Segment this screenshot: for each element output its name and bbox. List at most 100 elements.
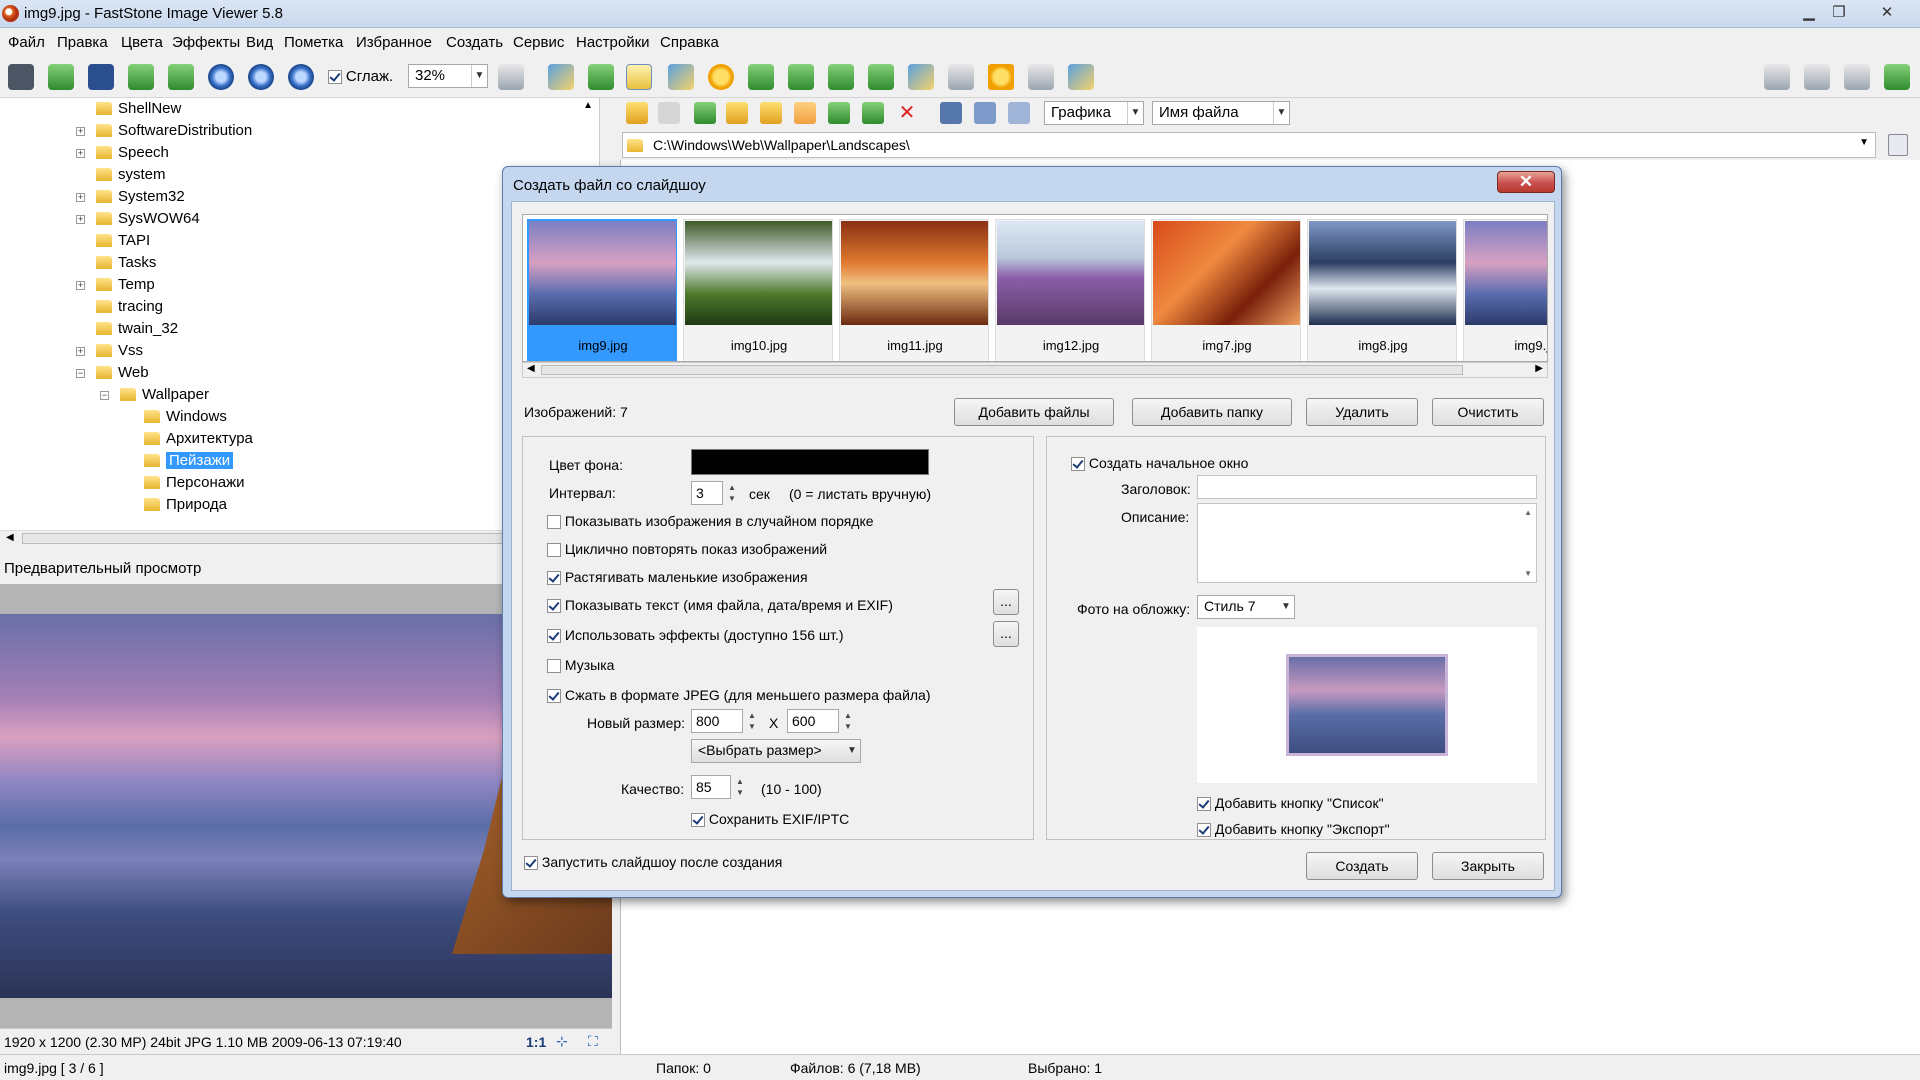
dialog-close-button[interactable]: ✕ bbox=[1497, 171, 1555, 193]
tree-node[interactable]: Tasks bbox=[96, 254, 156, 274]
checkbox[interactable] bbox=[691, 813, 705, 828]
spin-updown-icon[interactable]: ▲ ▼ bbox=[744, 710, 760, 734]
interval-input[interactable]: 3 ▲ ▼ bbox=[691, 481, 736, 505]
menu-favorites[interactable]: Избранное bbox=[356, 34, 432, 51]
thumbnail[interactable]: img12.jpg bbox=[995, 219, 1145, 361]
checkbox[interactable] bbox=[547, 515, 561, 530]
menu-help[interactable]: Справка bbox=[660, 34, 719, 51]
smooth-checkbox[interactable] bbox=[328, 70, 342, 85]
heading-input[interactable] bbox=[1197, 475, 1537, 499]
checkbox[interactable] bbox=[524, 856, 538, 871]
effects-options-button[interactable]: ... bbox=[993, 621, 1019, 647]
chevron-left-icon[interactable]: ◀ bbox=[6, 532, 14, 543]
menu-effects[interactable]: Эффекты bbox=[172, 34, 240, 51]
cover-style-dropdown[interactable]: Стиль 7 ▼ bbox=[1197, 595, 1295, 619]
trash-icon[interactable] bbox=[1888, 134, 1908, 156]
checkbox[interactable] bbox=[547, 629, 561, 644]
expander-icon[interactable]: − bbox=[100, 391, 109, 400]
checkbox[interactable] bbox=[547, 689, 561, 704]
new-folder-icon[interactable] bbox=[760, 102, 782, 124]
maximize-icon[interactable]: ❐ bbox=[1824, 2, 1854, 24]
expander-icon[interactable]: + bbox=[76, 281, 85, 290]
menu-tag[interactable]: Пометка bbox=[284, 34, 343, 51]
option-music[interactable]: Музыка bbox=[547, 657, 614, 674]
expander-icon[interactable]: − bbox=[76, 369, 85, 378]
tree-node[interactable]: Temp bbox=[96, 276, 155, 296]
view-list-icon[interactable] bbox=[1008, 102, 1030, 124]
thumbnail[interactable]: img7.jpg bbox=[1151, 219, 1301, 361]
option-loop[interactable]: Циклично повторять показ изображений bbox=[547, 541, 827, 558]
clear-button[interactable]: Очистить bbox=[1432, 398, 1544, 426]
next-icon[interactable] bbox=[168, 64, 194, 90]
checkbox[interactable] bbox=[547, 571, 561, 586]
option-add-export[interactable]: Добавить кнопку "Экспорт" bbox=[1197, 821, 1390, 838]
forward-icon[interactable] bbox=[658, 102, 680, 124]
expander-icon[interactable]: + bbox=[76, 347, 85, 356]
hand-icon[interactable] bbox=[498, 64, 524, 90]
rotate-left-icon[interactable] bbox=[788, 64, 814, 90]
option-keep-exif[interactable]: Сохранить EXIF/IPTC bbox=[691, 811, 849, 828]
checkbox[interactable] bbox=[1197, 797, 1211, 812]
spin-updown-icon[interactable]: ▲ ▼ bbox=[732, 776, 748, 800]
thumbnail[interactable]: img9.jpg bbox=[1463, 219, 1547, 361]
expander-icon[interactable]: + bbox=[76, 193, 85, 202]
tree-node[interactable]: Архитектура bbox=[144, 430, 253, 450]
description-textarea[interactable]: ▲ ▼ bbox=[1197, 503, 1537, 583]
settings-icon[interactable] bbox=[1068, 64, 1094, 90]
chevron-down-icon[interactable]: ▼ bbox=[1859, 137, 1869, 148]
layout3-icon[interactable] bbox=[1844, 64, 1870, 90]
spin-updown-icon[interactable]: ▲ ▼ bbox=[840, 710, 856, 734]
print-icon[interactable] bbox=[1028, 64, 1054, 90]
copy-to-icon[interactable] bbox=[828, 102, 850, 124]
tree-node[interactable]: Wallpaper bbox=[120, 386, 209, 406]
checkbox[interactable] bbox=[547, 659, 561, 674]
thumbnails-icon[interactable] bbox=[548, 64, 574, 90]
tree-node[interactable]: system bbox=[96, 166, 166, 186]
create-button[interactable]: Создать bbox=[1306, 852, 1418, 880]
add-folder-button[interactable]: Добавить папку bbox=[1132, 398, 1292, 426]
chevron-up-icon[interactable]: ▲ bbox=[1524, 508, 1532, 517]
view-large-icon[interactable] bbox=[940, 102, 962, 124]
slideshow-icon[interactable] bbox=[626, 64, 652, 90]
actual-size-button[interactable]: 1:1 bbox=[526, 1034, 546, 1050]
strip-scrollbar[interactable]: ◀ ▶ bbox=[522, 362, 1548, 378]
zoom-in-icon[interactable] bbox=[208, 64, 234, 90]
expander-icon[interactable]: + bbox=[76, 127, 85, 136]
tree-node[interactable]: tracing bbox=[96, 298, 163, 318]
option-start-window[interactable]: Создать начальное окно bbox=[1071, 455, 1248, 472]
add-files-button[interactable]: Добавить файлы bbox=[954, 398, 1114, 426]
compare-icon[interactable] bbox=[668, 64, 694, 90]
close-button[interactable]: Закрыть bbox=[1432, 852, 1544, 880]
camera-icon[interactable] bbox=[8, 64, 34, 90]
tree-node[interactable]: Пейзажи bbox=[144, 452, 234, 472]
move-to-icon[interactable] bbox=[862, 102, 884, 124]
thumbnail[interactable]: img11.jpg bbox=[839, 219, 989, 361]
export-icon[interactable] bbox=[588, 64, 614, 90]
zoom-combo[interactable]: 32% ▼ bbox=[408, 64, 488, 88]
draw-icon[interactable] bbox=[948, 64, 974, 90]
tree-node[interactable]: System32 bbox=[96, 188, 185, 208]
filter-combo[interactable]: Графика ▼ bbox=[1044, 101, 1144, 125]
email-icon[interactable] bbox=[988, 64, 1014, 90]
fullscreen-preview-icon[interactable]: ⛶ bbox=[588, 1033, 598, 1050]
option-jpeg[interactable]: Сжать в формате JPEG (для меньшего разме… bbox=[547, 687, 931, 704]
menu-edit[interactable]: Правка bbox=[57, 34, 108, 51]
menu-tools[interactable]: Сервис bbox=[513, 34, 564, 51]
delete-icon[interactable]: ✕ bbox=[896, 102, 918, 124]
brightness-icon[interactable] bbox=[708, 64, 734, 90]
thumbnail[interactable]: img9.jpg bbox=[527, 219, 677, 361]
minimize-icon[interactable]: ▁ bbox=[1794, 2, 1824, 24]
rotate-right-icon[interactable] bbox=[828, 64, 854, 90]
tree-node[interactable]: Персонажи bbox=[144, 474, 245, 494]
delete-button[interactable]: Удалить bbox=[1306, 398, 1418, 426]
chevron-right-icon[interactable]: ▶ bbox=[1535, 363, 1543, 374]
smooth-toggle[interactable]: Сглаж. bbox=[328, 68, 393, 85]
width-input[interactable]: 800 ▲ ▼ bbox=[691, 709, 756, 733]
expander-icon[interactable]: + bbox=[76, 149, 85, 158]
crop-icon[interactable] bbox=[908, 64, 934, 90]
height-input[interactable]: 600 ▲ ▼ bbox=[787, 709, 852, 733]
up-icon[interactable] bbox=[694, 102, 716, 124]
fit-icon[interactable]: ⊹ bbox=[556, 1033, 568, 1050]
quality-input[interactable]: 85 ▲ ▼ bbox=[691, 775, 744, 799]
path-bar[interactable]: C:\Windows\Web\Wallpaper\Landscapes\ ▼ bbox=[622, 132, 1876, 158]
